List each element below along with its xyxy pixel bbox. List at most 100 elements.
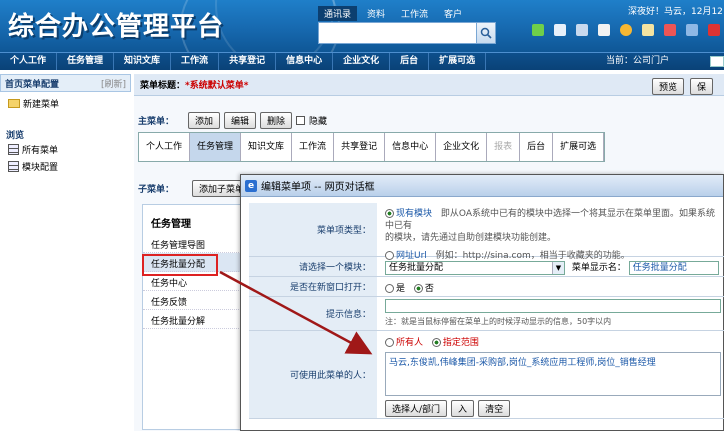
main-nav: 个人工作 任务管理 知识文库 工作流 共享登记 信息中心 企业文化 后台 扩展可… xyxy=(0,52,724,70)
search-icon xyxy=(480,27,492,39)
edit-button[interactable]: 编辑 xyxy=(224,112,257,129)
new-menu-item[interactable]: 新建菜单 xyxy=(0,95,131,112)
scope-range-label: 指定范围 xyxy=(442,338,479,348)
toolbar-icons xyxy=(530,24,722,42)
left-panel: 首页菜单配置 [刷新] 新建菜单 浏览 所有菜单 模块配置 xyxy=(0,74,131,431)
module-select-value: 任务批量分配 xyxy=(389,262,444,273)
menu-item-info[interactable]: 信息中心 xyxy=(385,133,437,161)
tip-fields: 注：就是当鼠标停留在菜单上的时候浮动显示的信息，50字以内 xyxy=(381,297,724,329)
menu-item-extend[interactable]: 扩展可选 xyxy=(553,133,605,161)
search-tab-workflow[interactable]: 工作流 xyxy=(395,6,434,21)
nav-item-workflow[interactable]: 工作流 xyxy=(171,53,220,70)
expand-icon[interactable] xyxy=(552,24,568,42)
nav-item-tasks[interactable]: 任务管理 xyxy=(57,53,115,70)
module-label: 请选择一个模块： xyxy=(249,257,377,276)
nav-item-knowledge[interactable]: 知识文库 xyxy=(114,53,172,70)
type-module-desc: 即从OA系统中已有的模块中选择一个将其显示在菜单里面。如果系统中已有 xyxy=(385,209,715,231)
submenu-item[interactable]: 任务管理导图 xyxy=(143,234,241,253)
tip-note: 注：就是当鼠标停留在菜单上的时候浮动显示的信息，50字以内 xyxy=(385,317,612,326)
module-config-item[interactable]: 模块配置 xyxy=(0,158,131,175)
search-input[interactable] xyxy=(318,22,478,44)
menu-item-personal[interactable]: 个人工作 xyxy=(139,133,191,161)
preview-button[interactable]: 预览 xyxy=(652,78,685,95)
newwin-yes-radio[interactable] xyxy=(385,284,394,293)
left-panel-title: 首页菜单配置 xyxy=(5,79,60,90)
users-textarea[interactable]: 马云,东俊凯,伟峰集团-采购部,岗位_系统应用工程师,岗位_销售经理 xyxy=(385,352,721,396)
menu-item-tasks[interactable]: 任务管理 xyxy=(190,133,242,161)
user-greeting: 深夜好！马云，12月12日 xyxy=(628,7,724,17)
nav-item-share[interactable]: 共享登记 xyxy=(219,53,277,70)
all-menus-label: 所有菜单 xyxy=(22,146,59,156)
submenu-list: 任务管理 任务管理导图 任务批量分配 任务中心 任务反馈 任务批量分解 xyxy=(142,204,242,430)
top-banner: 综合办公管理平台 通讯录 资料 工作流 客户 深夜好！马云，12月12日 xyxy=(0,0,724,52)
clear-button[interactable]: 清空 xyxy=(478,400,511,417)
dialog-form: 菜单项类型： 现有模块 即从OA系统中已有的模块中选择一个将其显示在菜单里面。如… xyxy=(249,203,724,419)
select-users-button[interactable]: 选择人/部门 xyxy=(385,400,448,417)
delete-button[interactable]: 删除 xyxy=(260,112,293,129)
refresh-link[interactable]: [刷新] xyxy=(101,77,126,90)
type-options: 现有模块 即从OA系统中已有的模块中选择一个将其显示在菜单里面。如果系统中已有 … xyxy=(381,203,724,264)
exit-icon[interactable] xyxy=(706,24,722,42)
edit-menu-dialog: e 编辑菜单项 -- 网页对话框 菜单项类型： 现有模块 即从OA系统中已有的模… xyxy=(240,174,724,431)
main-menu-label: 主菜单： xyxy=(138,117,175,127)
module-config-label: 模块配置 xyxy=(22,163,59,173)
home-icon[interactable] xyxy=(530,24,546,42)
tip-label: 提示信息： xyxy=(249,297,377,330)
mail-icon[interactable] xyxy=(640,24,656,42)
book-icon[interactable] xyxy=(684,24,700,42)
nav-item-personal[interactable]: 个人工作 xyxy=(0,53,58,70)
user-icon[interactable] xyxy=(574,24,590,42)
dialog-title: 编辑菜单项 -- 网页对话框 xyxy=(261,182,375,193)
display-name-label: 菜单显示名： xyxy=(571,263,626,273)
scope-all-radio[interactable] xyxy=(385,338,394,347)
main-menu-list: 个人工作 任务管理 知识文库 工作流 共享登记 信息中心 企业文化 报表 后台 … xyxy=(138,132,606,162)
submenu-item[interactable]: 任务批量分解 xyxy=(143,310,241,329)
search-button[interactable] xyxy=(476,22,496,44)
nav-item-extend[interactable]: 扩展可选 xyxy=(429,53,487,70)
portal-label: 当前：公司门户 xyxy=(606,56,670,66)
newwin-row: 是否在新窗口打开： 是 否 xyxy=(249,277,724,297)
save-button[interactable]: 保 xyxy=(690,78,714,95)
tip-input[interactable] xyxy=(385,299,721,313)
menu-item-admin[interactable]: 后台 xyxy=(520,133,554,161)
search-tab-customer[interactable]: 客户 xyxy=(438,6,468,21)
type-label: 菜单项类型： xyxy=(249,203,377,256)
menu-item-culture[interactable]: 企业文化 xyxy=(436,133,488,161)
banner-decoration xyxy=(215,0,335,52)
type-row: 菜单项类型： 现有模块 即从OA系统中已有的模块中选择一个将其显示在菜单里面。如… xyxy=(249,203,724,261)
menu-item-knowledge[interactable]: 知识文库 xyxy=(241,133,293,161)
menu-item-report[interactable]: 报表 xyxy=(487,133,521,161)
sun-icon[interactable] xyxy=(618,24,634,42)
newwin-no-radio[interactable] xyxy=(413,284,423,293)
sub-menu-label: 子菜单： xyxy=(138,185,175,195)
nav-item-culture[interactable]: 企业文化 xyxy=(333,53,391,70)
nav-item-admin[interactable]: 后台 xyxy=(390,53,430,70)
portal-selector[interactable] xyxy=(710,56,724,67)
search-tab-docs[interactable]: 资料 xyxy=(361,6,391,21)
folder-icon xyxy=(8,99,20,108)
left-panel-header: 首页菜单配置 [刷新] xyxy=(0,74,131,92)
nav-item-info[interactable]: 信息中心 xyxy=(276,53,334,70)
add-button[interactable]: 添加 xyxy=(188,112,221,129)
scope-options: 所有人 指定范围 xyxy=(385,333,721,352)
search-tabs: 通讯录 资料 工作流 客户 xyxy=(318,6,468,21)
menu-item-workflow[interactable]: 工作流 xyxy=(292,133,335,161)
menu-item-share[interactable]: 共享登记 xyxy=(334,133,386,161)
calendar-icon[interactable] xyxy=(662,24,678,42)
scope-all-label: 所有人 xyxy=(396,338,424,348)
submenu-item[interactable]: 任务反馈 xyxy=(143,291,241,310)
tip-row: 提示信息： 注：就是当鼠标停留在菜单上的时候浮动显示的信息，50字以内 xyxy=(249,297,724,331)
import-button[interactable]: 入 xyxy=(451,400,475,417)
shirt-icon[interactable] xyxy=(596,24,612,42)
main-menu-actions: 添加 编辑 删除 隐藏 xyxy=(188,112,327,129)
module-select[interactable]: 任务批量分配 ▼ xyxy=(385,260,565,275)
ie-icon: e xyxy=(245,179,257,192)
hide-checkbox[interactable] xyxy=(296,116,306,125)
newwin-options: 是 否 xyxy=(381,277,724,296)
search-tab-contacts[interactable]: 通讯录 xyxy=(318,6,358,21)
browse-section-title: 浏览 xyxy=(6,131,25,141)
all-menus-item[interactable]: 所有菜单 xyxy=(0,141,131,158)
display-name-input[interactable]: 任务批量分配 xyxy=(628,260,719,275)
type-module-radio[interactable] xyxy=(385,209,394,218)
scope-range-radio[interactable] xyxy=(431,338,441,347)
